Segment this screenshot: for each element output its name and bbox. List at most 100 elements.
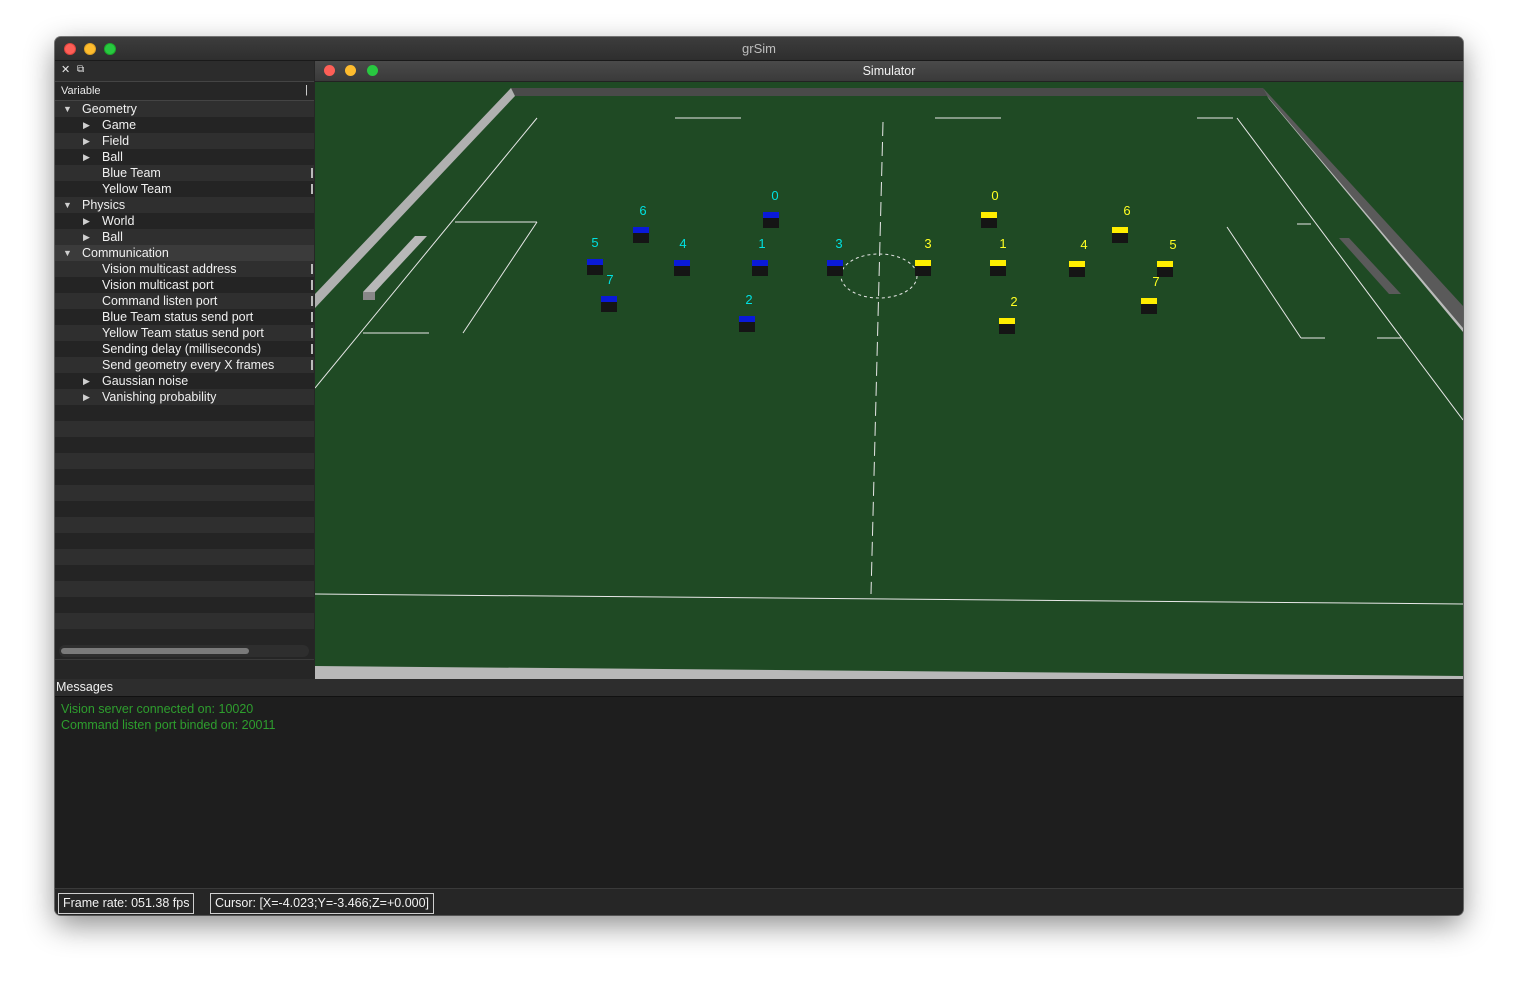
tree-item[interactable]: ▶ Gaussian noise	[55, 373, 314, 389]
tree-item[interactable]: Blue Team status send port	[55, 309, 314, 325]
messages-panel[interactable]: Vision server connected on: 10020 Comman…	[55, 696, 1463, 888]
value-edge-marker	[311, 344, 313, 354]
tree-item-label: Ball	[102, 150, 123, 164]
blue-robot-marker	[752, 260, 768, 266]
yellow-robot-id: 0	[991, 188, 998, 203]
blue-robot-marker	[763, 212, 779, 218]
tree-item-label: Command listen port	[102, 294, 218, 308]
tree-item-label: Physics	[82, 198, 126, 212]
tree-column-header[interactable]: Variable |	[55, 81, 314, 101]
empty-tree-row	[55, 405, 314, 421]
tree-item[interactable]: ▼ Geometry	[55, 101, 314, 117]
tree-item-label: Gaussian noise	[102, 374, 189, 388]
column-separator[interactable]: |	[305, 84, 308, 96]
tree-item-label: Communication	[82, 246, 169, 260]
tree-item[interactable]: Vision multicast port	[55, 277, 314, 293]
tree-item-label: Geometry	[82, 102, 137, 116]
tree-item-label: Yellow Team status send port	[102, 326, 264, 340]
tree-item-label: Sending delay (milliseconds)	[102, 342, 262, 356]
tree-item[interactable]: ▶ World	[55, 213, 314, 229]
empty-tree-row	[55, 469, 314, 485]
yellow-robot-marker	[915, 260, 931, 266]
collapsed-arrow-icon[interactable]: ▶	[83, 213, 90, 229]
value-edge-marker	[311, 328, 313, 338]
collapsed-arrow-icon[interactable]: ▶	[83, 117, 90, 133]
value-edge-marker	[311, 280, 313, 290]
yellow-robot-marker	[990, 260, 1006, 266]
grsim-window: grSim ✕ ⧉ Variable | ▼ Geometry ▶ Game ▶ Fiel…	[55, 37, 1463, 915]
cursor-position-indicator: Cursor: [X=-4.023;Y=-3.466;Z=+0.000]	[210, 893, 435, 914]
tree-item[interactable]: ▶ Ball	[55, 229, 314, 245]
tree-item-label: Ball	[102, 230, 123, 244]
yellow-robot-marker	[1112, 227, 1128, 233]
horizontal-scrollbar[interactable]	[59, 645, 309, 657]
tree-item[interactable]: Blue Team	[55, 165, 314, 181]
empty-tree-row	[55, 421, 314, 437]
empty-tree-row	[55, 549, 314, 565]
simulator-title: Simulator	[862, 64, 916, 78]
blue-robot-id: 1	[758, 236, 765, 251]
blue-robot-id: 0	[771, 188, 778, 203]
frame-rate-indicator: Frame rate: 051.38 fps	[58, 893, 195, 914]
window-title: grSim	[742, 41, 776, 56]
tree-item[interactable]: ▶ Field	[55, 133, 314, 149]
dock-float-icon[interactable]: ⧉	[77, 64, 84, 76]
yellow-robot-id: 6	[1123, 203, 1130, 218]
expanded-arrow-icon[interactable]: ▼	[63, 101, 72, 117]
simulator-window: Simulator 0 6 5 4 1 3 7 2 0 6 3 1 4 5 7 …	[315, 61, 1463, 679]
message-line: Vision server connected on: 10020	[61, 702, 254, 716]
window-titlebar[interactable]: grSim	[55, 37, 1463, 61]
tree-item-label: Vision multicast address	[102, 262, 237, 276]
yellow-robot-marker	[1141, 298, 1157, 304]
tree-item[interactable]: Vision multicast address	[55, 261, 314, 277]
yellow-robot-id: 3	[924, 236, 931, 251]
tree-item[interactable]: Sending delay (milliseconds)	[55, 341, 314, 357]
tree-item[interactable]: Yellow Team	[55, 181, 314, 197]
scrollbar-thumb[interactable]	[61, 648, 249, 654]
blue-robot-id: 2	[745, 292, 752, 307]
status-bar: Frame rate: 051.38 fps Cursor: [X=-4.023…	[55, 888, 1463, 915]
tree-item[interactable]: ▶ Vanishing probability	[55, 389, 314, 405]
yellow-robot-marker	[981, 212, 997, 218]
empty-tree-row	[55, 613, 314, 629]
tree-item-label: Vision multicast port	[102, 278, 214, 292]
tree-item-label: Game	[102, 118, 137, 132]
collapsed-arrow-icon[interactable]: ▶	[83, 389, 90, 405]
empty-tree-row	[55, 517, 314, 533]
value-edge-marker	[311, 264, 313, 274]
empty-tree-row	[55, 453, 314, 469]
tree-item[interactable]: Send geometry every X frames	[55, 357, 314, 373]
dock-close-icon[interactable]: ✕	[61, 64, 70, 76]
field-view[interactable]: 0 6 5 4 1 3 7 2 0 6 3 1 4 5 7 2	[315, 82, 1463, 679]
config-dock: ✕ ⧉ Variable | ▼ Geometry ▶ Game ▶ Field ▶ Ball…	[55, 61, 314, 681]
expanded-arrow-icon[interactable]: ▼	[63, 245, 72, 261]
tree-item[interactable]: ▼ Physics	[55, 197, 314, 213]
collapsed-arrow-icon[interactable]: ▶	[83, 229, 90, 245]
blue-robot-marker	[739, 316, 755, 322]
value-edge-marker	[311, 312, 313, 322]
tree-item[interactable]: Command listen port	[55, 293, 314, 309]
empty-tree-row	[55, 533, 314, 549]
dock-bottom-area	[55, 659, 314, 681]
yellow-robot-id: 2	[1010, 294, 1017, 309]
collapsed-arrow-icon[interactable]: ▶	[83, 149, 90, 165]
empty-tree-row	[55, 597, 314, 613]
value-edge-marker	[311, 168, 313, 178]
expanded-arrow-icon[interactable]: ▼	[63, 197, 72, 213]
tree-item-label: Send geometry every X frames	[102, 358, 275, 372]
collapsed-arrow-icon[interactable]: ▶	[83, 373, 90, 389]
value-edge-marker	[311, 360, 313, 370]
collapsed-arrow-icon[interactable]: ▶	[83, 133, 90, 149]
blue-robot-id: 5	[591, 235, 598, 250]
tree-item[interactable]: ▼ Communication	[55, 245, 314, 261]
tree-item-label: World	[102, 214, 135, 228]
empty-tree-row	[55, 485, 314, 501]
tree-item-label: Blue Team	[102, 166, 161, 180]
tree-item-label: Yellow Team	[102, 182, 172, 196]
tree-item[interactable]: ▶ Ball	[55, 149, 314, 165]
empty-tree-row	[55, 501, 314, 517]
blue-robot-marker	[674, 260, 690, 266]
simulator-titlebar[interactable]: Simulator	[315, 61, 1463, 82]
tree-item[interactable]: Yellow Team status send port	[55, 325, 314, 341]
tree-item[interactable]: ▶ Game	[55, 117, 314, 133]
